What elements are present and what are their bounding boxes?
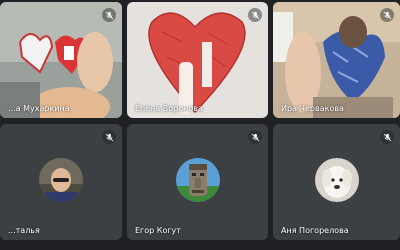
avatar (175, 158, 220, 202)
participant-name: Аня Погорелова (281, 226, 349, 235)
mute-indicator (380, 8, 394, 22)
mute-indicator (102, 130, 116, 144)
participant-name: ...талья (8, 226, 40, 235)
participant-name: Егор Когут (135, 226, 181, 235)
participant-tile-1[interactable]: ...а Мухаркина (0, 2, 122, 118)
participant-tile-2[interactable]: Елена Воронова (127, 2, 268, 118)
participant-tile-3[interactable]: Ира Черваковa (273, 2, 400, 118)
participant-name: Елена Воронова (135, 104, 203, 113)
avatar-photo (39, 158, 83, 202)
mic-off-icon (251, 11, 259, 19)
participant-tile-6[interactable]: Аня Погорелова (273, 124, 400, 240)
avatar-photo (175, 158, 220, 202)
participant-name: Ира Черваковa (281, 104, 344, 113)
avatar (39, 158, 83, 202)
mic-off-icon (251, 133, 259, 141)
mic-off-icon (105, 11, 113, 19)
mute-indicator (248, 8, 262, 22)
participant-name: ...а Мухаркина (8, 104, 70, 113)
mic-off-icon (105, 133, 113, 141)
mute-indicator (248, 130, 262, 144)
participant-tile-5[interactable]: Егор Когут (127, 124, 268, 240)
participant-video-2 (127, 2, 268, 118)
mute-indicator (102, 8, 116, 22)
avatar-photo (314, 158, 359, 202)
avatar (314, 158, 359, 202)
mic-off-icon (383, 11, 391, 19)
mic-off-icon (383, 133, 391, 141)
mute-indicator (380, 130, 394, 144)
participant-tile-4[interactable]: ...талья (0, 124, 122, 240)
